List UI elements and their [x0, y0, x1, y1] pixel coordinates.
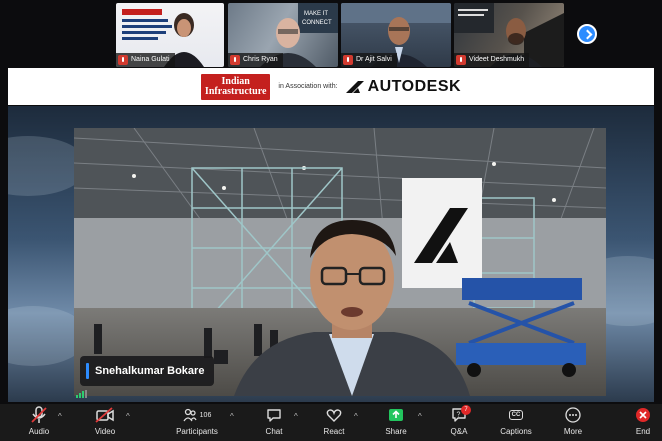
chat-label: Chat — [265, 427, 283, 436]
participants-options-caret-icon[interactable]: ^ — [230, 412, 234, 421]
participant-name: Dr Ajit Salvi — [356, 56, 392, 63]
muted-microphone-icon — [31, 406, 47, 423]
end-meeting-button[interactable]: End — [628, 406, 658, 440]
next-page-arrow-icon[interactable] — [577, 24, 597, 44]
connection-signal-icon — [76, 390, 88, 398]
speaker-name: Snehalkumar Bokare — [95, 365, 205, 377]
active-speaker-video[interactable]: Snehalkumar Bokare — [8, 106, 654, 402]
participant-name-tag: Videet Deshmukh — [454, 53, 530, 67]
participant-tile-videet[interactable]: Videet Deshmukh — [454, 3, 564, 67]
participant-name-tag: Chris Ryan — [228, 53, 283, 67]
react-button[interactable]: React — [318, 406, 350, 440]
share-screen-icon — [389, 409, 403, 421]
autodesk-mark-icon — [345, 80, 364, 93]
video-button[interactable]: Video — [86, 406, 124, 440]
participants-icon — [183, 408, 197, 422]
muted-mic-icon — [343, 55, 353, 65]
qa-label: Q&A — [450, 427, 468, 436]
more-label: More — [563, 427, 583, 436]
video-off-icon — [95, 407, 114, 423]
participants-count: 106 — [199, 411, 212, 419]
muted-mic-icon — [456, 55, 466, 65]
chat-bubble-icon — [267, 409, 281, 422]
end-label: End — [635, 427, 651, 436]
participant-tile-ajit[interactable]: Dr Ajit Salvi — [341, 3, 451, 67]
indian-infrastructure-logo: Indian Infrastructure — [200, 73, 271, 100]
audio-label: Audio — [28, 427, 50, 436]
meeting-toolbar: Audio ^ Video ^ 106 Participants ^ Chat … — [0, 404, 662, 441]
react-options-caret-icon[interactable]: ^ — [354, 412, 358, 421]
muted-mic-icon — [118, 55, 128, 65]
speaking-indicator — [86, 363, 89, 379]
react-label: React — [323, 427, 345, 436]
video-options-caret-icon[interactable]: ^ — [126, 412, 130, 421]
share-options-caret-icon[interactable]: ^ — [418, 412, 422, 421]
chat-button[interactable]: Chat — [258, 406, 290, 440]
sponsor-name: AUTODESK — [367, 77, 462, 95]
participant-tile-naina[interactable]: Naina Gulati — [116, 3, 224, 67]
closed-captions-icon: CC — [508, 410, 524, 420]
speaker-name-tag: Snehalkumar Bokare — [80, 356, 215, 386]
participants-label: Participants — [176, 427, 218, 436]
participant-name: Naina Gulati — [131, 56, 170, 63]
qa-notification-badge: 7 — [461, 405, 471, 415]
sponsor-banner: Indian Infrastructure in Association wit… — [8, 68, 654, 105]
svg-text:MAKE IT: MAKE IT — [304, 11, 328, 17]
participant-tile-chris[interactable]: MAKE IT CONNECT Chris Ryan — [228, 3, 338, 67]
end-call-icon — [636, 408, 650, 422]
video-label: Video — [94, 427, 116, 436]
more-button[interactable]: More — [558, 406, 588, 440]
audio-button[interactable]: Audio — [20, 406, 58, 440]
muted-mic-icon — [230, 55, 240, 65]
chat-options-caret-icon[interactable]: ^ — [294, 412, 298, 421]
heart-react-icon — [326, 409, 342, 422]
participants-button[interactable]: 106 Participants — [172, 406, 222, 440]
association-text: in Association with: — [278, 83, 338, 90]
logo-line-1: Indian — [221, 75, 250, 87]
participant-name-tag: Dr Ajit Salvi — [341, 53, 397, 67]
svg-text:CONNECT: CONNECT — [302, 20, 332, 26]
more-options-icon — [565, 407, 581, 423]
participant-name-tag: Naina Gulati — [116, 53, 175, 67]
captions-label: Captions — [500, 427, 532, 436]
zoom-meeting-window: Naina Gulati MAKE IT CONNECT Chris Ryan — [0, 0, 662, 441]
audio-options-caret-icon[interactable]: ^ — [58, 412, 62, 421]
autodesk-logo: AUTODESK — [345, 77, 462, 96]
qa-button[interactable]: ? 7 Q&A — [444, 405, 474, 440]
participant-strip: Naina Gulati MAKE IT CONNECT Chris Ryan — [0, 0, 662, 70]
logo-line-2: Infrastructure — [204, 85, 267, 97]
participant-name: Chris Ryan — [243, 56, 278, 63]
share-label: Share — [385, 427, 407, 436]
share-button[interactable]: Share — [380, 406, 412, 440]
svg-text:?: ? — [457, 412, 461, 419]
participant-name: Videet Deshmukh — [469, 56, 525, 63]
captions-button[interactable]: CC Captions — [496, 406, 536, 440]
